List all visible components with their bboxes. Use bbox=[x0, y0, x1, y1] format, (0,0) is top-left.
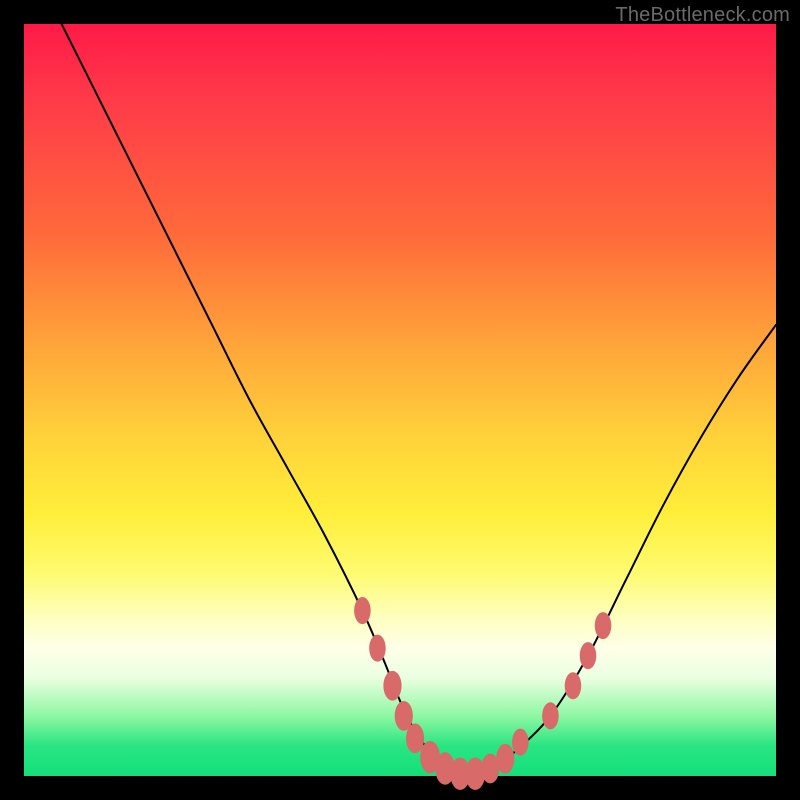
chart-svg bbox=[24, 24, 776, 776]
watermark-label: TheBottleneck.com bbox=[615, 4, 790, 27]
curve-bead bbox=[595, 612, 612, 639]
curve-bead bbox=[512, 729, 529, 756]
curve-bead bbox=[406, 724, 424, 754]
curve-bead bbox=[565, 672, 582, 699]
chart-frame: TheBottleneck.com bbox=[0, 0, 800, 800]
curve-bead bbox=[383, 671, 401, 701]
chart-plot-area bbox=[24, 24, 776, 776]
curve-bead bbox=[369, 635, 386, 662]
curve-bead bbox=[542, 702, 559, 729]
curve-bead bbox=[354, 597, 371, 624]
bottleneck-curve bbox=[62, 24, 776, 777]
curve-markers bbox=[354, 597, 611, 790]
curve-bead bbox=[580, 642, 597, 669]
curve-bead bbox=[496, 744, 514, 774]
